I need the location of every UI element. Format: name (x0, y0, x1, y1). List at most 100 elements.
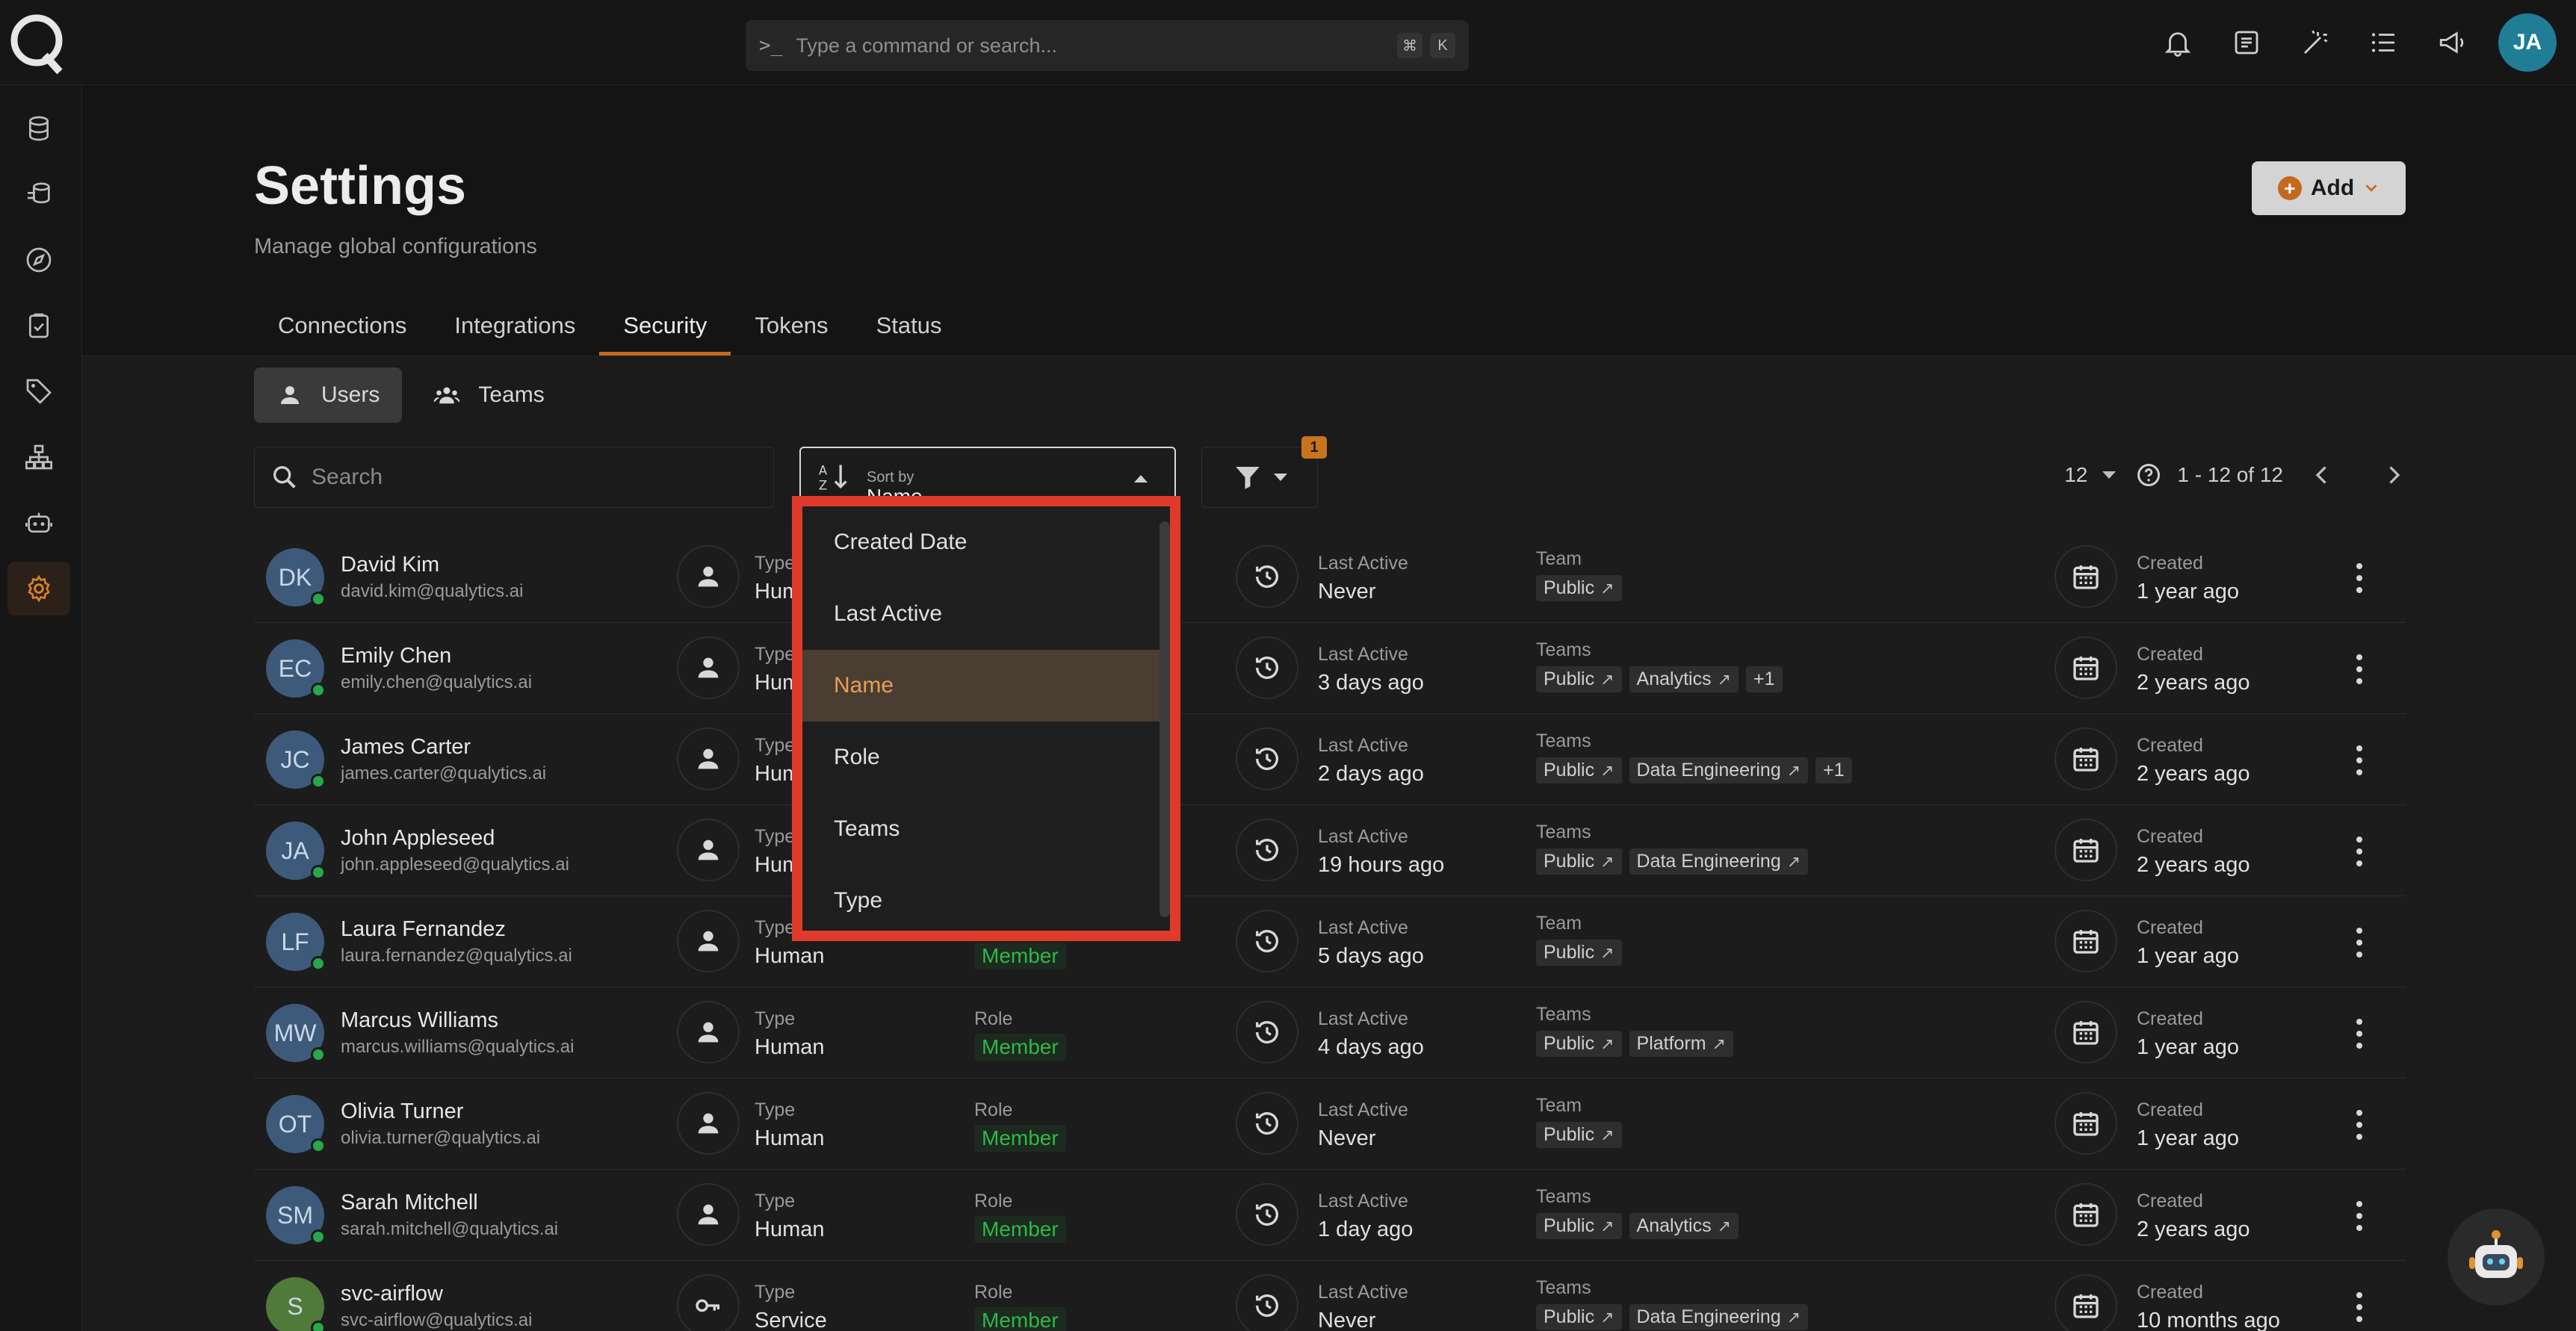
tags-icon[interactable] (7, 364, 70, 418)
tab-connections[interactable]: Connections (254, 291, 430, 356)
user-name[interactable]: David Kim (341, 553, 439, 577)
user-name[interactable]: Laura Fernandez (341, 917, 506, 942)
user-email: sarah.mitchell@qualytics.ai (341, 1219, 559, 1239)
user-name[interactable]: svc-airflow (341, 1282, 443, 1306)
subtab-teams[interactable]: Teams (411, 367, 566, 423)
team-chip[interactable]: Public ↗ (1536, 940, 1622, 966)
team-chip[interactable]: Public ↗ (1536, 1213, 1622, 1239)
last-active-value: 1 day ago (1318, 1217, 1414, 1241)
sort-option[interactable]: Last Active (802, 578, 1159, 650)
team-chips: Public ↗ Analytics ↗ (1536, 1213, 1739, 1239)
team-chip[interactable]: Analytics ↗ (1629, 1213, 1739, 1239)
last-active-history-icon (1236, 1274, 1298, 1331)
table-row[interactable]: SM Sarah Mitchell sarah.mitchell@qualyti… (254, 1170, 2406, 1261)
announcements-megaphone-icon[interactable] (2434, 24, 2471, 61)
team-chip[interactable]: Public ↗ (1536, 757, 1622, 784)
checks-clipboard-icon[interactable] (7, 299, 70, 353)
explore-compass-icon[interactable] (7, 233, 70, 287)
user-name[interactable]: Olivia Turner (341, 1099, 463, 1124)
team-chip[interactable]: Platform ↗ (1629, 1031, 1734, 1057)
dropdown-scrollbar[interactable] (1159, 521, 1170, 917)
group-icon (434, 387, 460, 404)
tab-status[interactable]: Status (852, 291, 966, 356)
team-chip[interactable]: Public ↗ (1536, 1304, 1622, 1330)
row-actions-kebab-icon[interactable] (2352, 1292, 2367, 1322)
tab-security[interactable]: Security (599, 291, 731, 356)
row-actions-kebab-icon[interactable] (2352, 745, 2367, 775)
assistant-robot-icon[interactable] (2447, 1209, 2545, 1306)
row-actions-kebab-icon[interactable] (2352, 1110, 2367, 1140)
user-name[interactable]: Emily Chen (341, 644, 451, 668)
team-chip[interactable]: Data Engineering ↗ (1629, 757, 1809, 784)
search-input[interactable] (312, 465, 745, 490)
row-actions-kebab-icon[interactable] (2352, 654, 2367, 684)
page-size-caret-icon[interactable] (2102, 471, 2117, 479)
docs-icon[interactable] (2228, 24, 2265, 61)
flows-hierarchy-icon[interactable] (7, 430, 70, 484)
help-circle-icon[interactable] (2135, 462, 2162, 488)
table-row[interactable]: MW Marcus Williams marcus.williams@qualy… (254, 987, 2406, 1079)
table-row[interactable]: S svc-airflow svc-airflow@qualytics.ai T… (254, 1261, 2406, 1331)
team-chip[interactable]: Public ↗ (1536, 575, 1622, 601)
task-list-icon[interactable] (2365, 24, 2403, 61)
app-logo[interactable] (7, 10, 66, 75)
page-size-value[interactable]: 12 (2064, 463, 2087, 487)
type-label: Type (755, 1191, 796, 1211)
subtab-users[interactable]: Users (254, 367, 403, 423)
sort-option[interactable]: Role (802, 722, 1159, 793)
table-row[interactable]: DK David Kim david.kim@qualytics.ai Type… (254, 532, 2406, 623)
filter-button[interactable] (1201, 447, 1318, 508)
team-chip[interactable]: Public ↗ (1536, 1122, 1622, 1148)
team-chip[interactable]: Analytics ↗ (1629, 666, 1739, 692)
magic-wand-icon[interactable] (2297, 24, 2334, 61)
user-name[interactable]: James Carter (341, 735, 471, 760)
created-calendar-icon (2055, 727, 2117, 790)
user-search[interactable] (254, 447, 774, 508)
settings-gear-icon[interactable] (7, 562, 70, 615)
sort-option[interactable]: Name (802, 650, 1159, 722)
row-actions-kebab-icon[interactable] (2352, 928, 2367, 958)
last-active-value: 3 days ago (1318, 671, 1424, 695)
page-range: 1 - 12 of 12 (2177, 463, 2283, 486)
sources-database-icon[interactable] (7, 102, 70, 155)
user-avatar[interactable]: JA (2498, 13, 2557, 72)
enrichment-icon[interactable] (7, 167, 70, 221)
tab-integrations[interactable]: Integrations (430, 291, 599, 356)
table-row[interactable]: OT Olivia Turner olivia.turner@qualytics… (254, 1079, 2406, 1170)
team-chip[interactable]: Public ↗ (1536, 1031, 1622, 1057)
next-page-icon[interactable] (2380, 462, 2407, 488)
row-actions-kebab-icon[interactable] (2352, 563, 2367, 593)
table-row[interactable]: JA John Appleseed john.appleseed@qualyti… (254, 805, 2406, 896)
avatar-initials: DK (278, 563, 312, 591)
row-actions-kebab-icon[interactable] (2352, 1019, 2367, 1049)
last-active-history-icon (1236, 1092, 1298, 1155)
role-badge: Member (974, 1125, 1066, 1152)
sort-option[interactable]: Teams (802, 793, 1159, 865)
table-row[interactable]: EC Emily Chen emily.chen@qualytics.ai Ty… (254, 623, 2406, 714)
user-email: olivia.turner@qualytics.ai (341, 1128, 541, 1148)
team-chip[interactable]: Data Engineering ↗ (1629, 1304, 1809, 1330)
team-chip[interactable]: Public ↗ (1536, 666, 1622, 692)
more-teams-chip[interactable]: +1 (1815, 757, 1852, 784)
team-chip[interactable]: Data Engineering ↗ (1629, 848, 1809, 875)
table-row[interactable]: LF Laura Fernandez laura.fernandez@qualy… (254, 896, 2406, 987)
more-teams-chip[interactable]: +1 (1746, 666, 1783, 692)
team-chip-label: Data Engineering (1636, 760, 1781, 781)
row-actions-kebab-icon[interactable] (2352, 1201, 2367, 1231)
user-name[interactable]: Marcus Williams (341, 1008, 498, 1033)
row-actions-kebab-icon[interactable] (2352, 837, 2367, 866)
user-type-icon (677, 1092, 740, 1155)
add-button[interactable]: + Add (2252, 161, 2406, 215)
agents-robot-icon[interactable] (7, 496, 70, 550)
user-name[interactable]: Sarah Mitchell (341, 1191, 478, 1215)
sort-option[interactable]: Type (802, 865, 1159, 931)
external-link-icon: ↗ (1600, 1307, 1614, 1327)
team-chip[interactable]: Public ↗ (1536, 848, 1622, 875)
user-name[interactable]: John Appleseed (341, 826, 495, 851)
sort-option[interactable]: Created Date (802, 506, 1159, 578)
command-search-bar[interactable]: >_ Type a command or search... ⌘ K (746, 20, 1469, 71)
notifications-bell-icon[interactable] (2159, 24, 2196, 61)
tab-tokens[interactable]: Tokens (731, 291, 852, 356)
table-row[interactable]: JC James Carter james.carter@qualytics.a… (254, 714, 2406, 805)
previous-page-icon[interactable] (2309, 462, 2335, 488)
